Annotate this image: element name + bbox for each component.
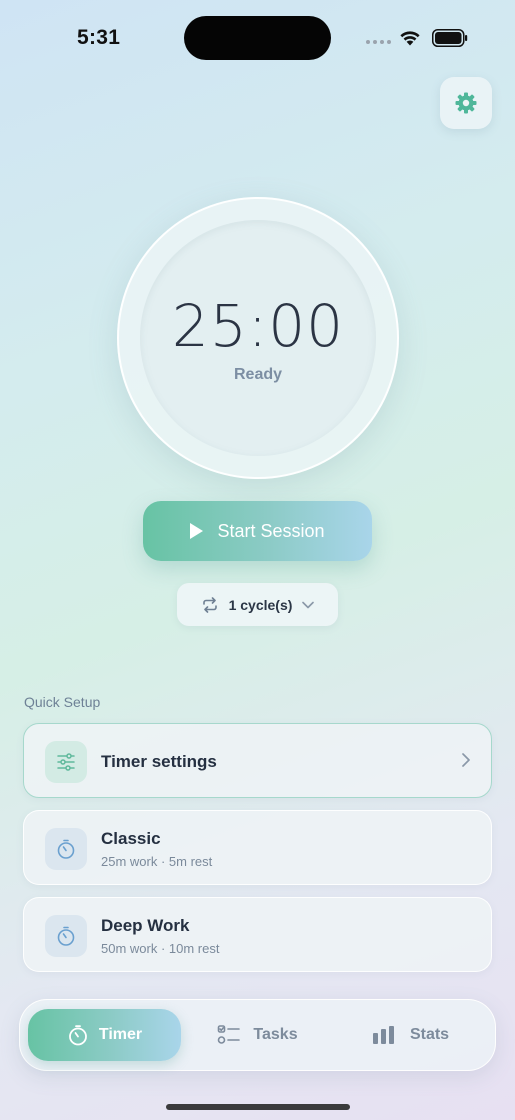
tab-label: Tasks — [253, 1026, 298, 1043]
cycle-label: 1 cycle(s) — [228, 596, 293, 613]
tab-label: Stats — [409, 1026, 450, 1043]
tab-timer[interactable]: Timer — [28, 1009, 181, 1061]
chevron-down-icon — [302, 601, 315, 608]
card-subtitle: 50m work · 10m rest — [101, 941, 220, 956]
signal-icon — [366, 40, 391, 44]
tab-label: Timer — [98, 1026, 143, 1043]
preset-deep-work-card[interactable]: Deep Work 50m work · 10m rest — [23, 897, 492, 972]
timer-settings-card[interactable]: Timer settings — [23, 723, 492, 798]
card-title: Classic — [101, 829, 161, 848]
sliders-icon — [45, 741, 87, 783]
card-subtitle: 25m work · 5m rest — [101, 854, 213, 869]
home-indicator — [166, 1104, 350, 1110]
tab-tasks[interactable]: Tasks — [185, 1009, 330, 1061]
timer-display: 25:00 — [171, 292, 345, 360]
cycle-selector[interactable]: 1 cycle(s) — [177, 583, 338, 626]
settings-button[interactable] — [440, 77, 492, 129]
stopwatch-icon — [68, 1025, 87, 1046]
start-session-label: Start Session — [217, 520, 325, 541]
start-session-button[interactable]: Start Session — [143, 501, 372, 561]
play-icon — [190, 523, 204, 539]
chevron-right-icon — [462, 753, 470, 767]
repeat-icon — [202, 596, 217, 613]
status-time: 5:31 — [77, 26, 121, 49]
battery-icon — [432, 29, 468, 47]
wifi-icon — [400, 31, 420, 46]
quick-setup-heading: Quick Setup — [24, 694, 101, 710]
card-title: Deep Work — [101, 916, 190, 935]
preset-classic-card[interactable]: Classic 25m work · 5m rest — [23, 810, 492, 885]
gear-icon — [455, 92, 477, 114]
stopwatch-icon — [45, 915, 87, 957]
tab-stats[interactable]: Stats — [333, 1009, 488, 1061]
dynamic-island — [184, 16, 331, 60]
stopwatch-icon — [45, 828, 87, 870]
card-title: Timer settings — [101, 752, 217, 771]
timer-status: Ready — [233, 366, 283, 383]
bar-chart-icon — [372, 1026, 394, 1044]
checklist-icon — [218, 1025, 241, 1044]
